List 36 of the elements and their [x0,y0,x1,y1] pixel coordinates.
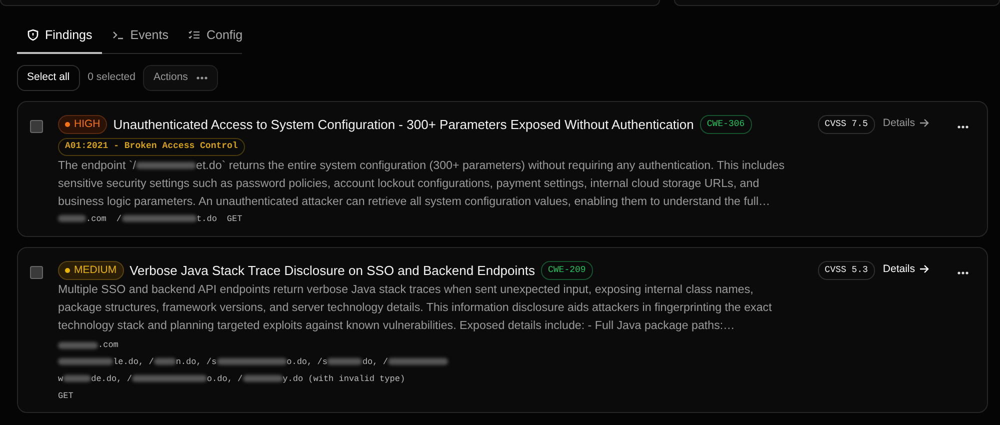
cwe-tag: CWE-209 [541,260,593,280]
endpoint-text: .com [58,339,798,352]
cwe-tag: CWE-306 [700,114,752,134]
select-all-button[interactable]: Select all [17,64,80,90]
http-method: GET [58,390,74,402]
finding-title: Verbose Java Stack Trace Disclosure on SSO and Backend Endpoints [130,262,535,280]
severity-badge: MEDIUM [58,260,124,280]
finding-description: The endpoint `/ et.do` returns the entire system configuration (300+ parameters) without requiring any authentication. This includes sensitive security settings such as password policies, account lockout configurations, payment settings, internal cloud storage URLs, and business logic parameters. An unauthenticated attacker can retrieve all system configuration values, enabling them to understand the full… [58,158,786,210]
endpoint-text: / t.do [116,212,217,226]
terminal-icon [112,29,124,42]
selection-count: 0 selected [88,70,136,85]
checkbox[interactable] [30,266,43,278]
cvss-score: CVSS 7.5 [818,114,875,134]
more-icon [957,271,969,276]
finding-description: Multiple SSO and backend API endpoints return verbose Java stack traces when sent unexpected input, exposing internal class names, package structures, framework versions, and server technology details. This information disclosure aids attackers in fingerprinting the exact technology stack and planning targeted exploits against known vulnerabilities. Exposed details include: - Full Java package paths:… [58,282,773,334]
details-link[interactable]: Details [878,114,933,132]
http-method: GET [226,212,242,226]
more-icon [196,76,208,80]
endpoint-text: le.do, / n.do, /s o.do, /s do, / [58,356,798,369]
actions-button[interactable]: Actions [143,64,218,90]
cvss-score: CVSS 5.3 [818,260,875,280]
tab[interactable]: Config [178,20,253,54]
shield-icon [27,29,39,42]
finding-title: Unauthenticated Access to System Configuration - 300+ Parameters Exposed Without Authentication [113,116,694,134]
arrow-right-icon [919,264,929,274]
checkbox[interactable] [30,120,43,132]
more-icon [957,125,969,130]
tab[interactable]: Findings [17,20,102,54]
checklist-icon [188,29,200,42]
details-link[interactable]: Details [878,260,933,278]
owasp-tag: A01:2021 - Broken Access Control [58,138,245,156]
endpoint-text: w de.do, / o.do, / y.do (with invalid type) [58,372,406,386]
severity-badge: HIGH [58,114,108,134]
endpoint-text: .com [58,212,106,226]
tab[interactable]: Events [102,20,178,54]
arrow-right-icon [919,118,929,128]
